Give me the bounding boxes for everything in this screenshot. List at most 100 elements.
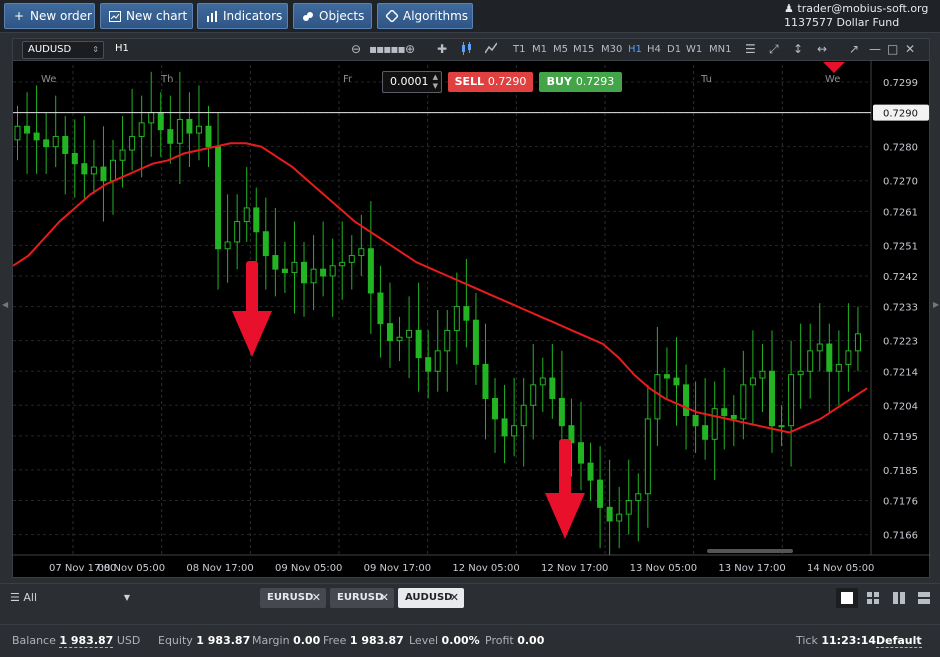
indicators-button[interactable]: Indicators bbox=[197, 3, 288, 29]
layout-single-icon[interactable] bbox=[836, 588, 858, 608]
right-panel-arrow-icon[interactable]: ▶ bbox=[933, 300, 939, 309]
candle-body bbox=[320, 268, 327, 277]
candle-body bbox=[511, 425, 518, 437]
candle-body bbox=[138, 122, 145, 137]
price-tick-label: 0.7251 bbox=[883, 241, 918, 252]
price-chart[interactable]: 0.7299 0.7290 0.7280 0.7270 0.7261 0.7251 0.72… bbox=[13, 61, 931, 579]
close-icon[interactable]: ✕ bbox=[905, 42, 915, 56]
expand-icon[interactable]: ⤢ bbox=[769, 42, 779, 57]
margin-value: 0.00 bbox=[293, 634, 321, 647]
vertical-resize-icon[interactable]: ↕ bbox=[793, 42, 803, 56]
timeframe-h1[interactable]: H1 bbox=[628, 44, 642, 55]
tab-eurusd-2[interactable]: EURUSD ✕ bbox=[330, 588, 394, 608]
objects-button[interactable]: Objects bbox=[293, 3, 372, 29]
free-label: Free bbox=[323, 634, 347, 647]
new-chart-button[interactable]: New chart bbox=[100, 3, 193, 29]
candle-body bbox=[692, 414, 699, 427]
candle-body bbox=[654, 374, 661, 420]
balance-value[interactable]: 1 983.87 bbox=[59, 634, 114, 648]
price-tick-label: 0.7185 bbox=[883, 466, 918, 477]
day-label: Th bbox=[160, 74, 173, 85]
close-tab-icon[interactable]: ✕ bbox=[450, 588, 459, 608]
candle-body bbox=[711, 408, 718, 440]
status-bar: Balance 1 983.87 USD Equity 1 983.87 Mar… bbox=[0, 624, 940, 657]
timeframe-h4[interactable]: H4 bbox=[647, 44, 661, 55]
timeframe-d1[interactable]: D1 bbox=[667, 44, 681, 55]
timeframe-w1[interactable]: W1 bbox=[686, 44, 702, 55]
time-tick-label: 08 Nov 05:00 bbox=[98, 563, 165, 574]
layout-grid-icon[interactable] bbox=[862, 588, 884, 608]
price-tick-label: 0.7166 bbox=[883, 531, 918, 542]
time-tick-label: 14 Nov 05:00 bbox=[807, 563, 874, 574]
horizontal-resize-icon[interactable]: ↔ bbox=[817, 42, 827, 56]
candle-body bbox=[635, 493, 642, 502]
buy-price: 0.7293 bbox=[575, 75, 615, 88]
margin-label: Margin bbox=[252, 634, 290, 647]
layout-rows-icon[interactable] bbox=[913, 588, 935, 608]
layout-columns-icon[interactable] bbox=[888, 588, 910, 608]
candle-body bbox=[406, 329, 413, 338]
algorithms-button[interactable]: Algorithms bbox=[377, 3, 473, 29]
buy-label: BUY bbox=[546, 75, 572, 88]
close-tab-icon[interactable]: ✕ bbox=[312, 588, 321, 608]
left-panel-arrow-icon[interactable]: ◀ bbox=[2, 300, 8, 309]
symbol-value: AUDUSD bbox=[28, 44, 72, 55]
default-link[interactable]: Default bbox=[876, 634, 922, 648]
candle-body bbox=[577, 442, 584, 464]
candle-body bbox=[167, 129, 174, 144]
chart-icon bbox=[109, 10, 121, 22]
candle-body bbox=[730, 414, 737, 420]
candle-body bbox=[329, 265, 336, 277]
symbol-select[interactable]: AUDUSD ⇕ bbox=[22, 41, 104, 59]
line-chart-icon[interactable] bbox=[484, 42, 498, 57]
objects-icon bbox=[302, 10, 314, 22]
candle-body bbox=[530, 384, 537, 406]
candle-body bbox=[224, 241, 231, 250]
align-icon[interactable]: ☰ bbox=[745, 42, 756, 56]
candle-body bbox=[262, 231, 269, 257]
price-tick-label: 0.7214 bbox=[883, 367, 918, 378]
account-info[interactable]: ♟ trader@mobius-soft.org 1137577 Dollar … bbox=[784, 2, 934, 32]
candle-body bbox=[453, 306, 460, 331]
price-tick-label: 0.7195 bbox=[883, 432, 918, 443]
timeframe-m5[interactable]: M5 bbox=[553, 44, 568, 55]
top-toolbar: + New order New chart Indicators Objects … bbox=[0, 0, 940, 33]
candle-body bbox=[348, 255, 355, 263]
candle-body bbox=[43, 139, 50, 148]
price-tick-label: 0.7299 bbox=[883, 78, 918, 89]
indicators-icon bbox=[206, 10, 218, 22]
close-tab-icon[interactable]: ✕ bbox=[380, 588, 389, 608]
candle-body bbox=[788, 374, 795, 427]
crosshair-icon[interactable]: ✚ bbox=[437, 42, 447, 56]
detach-icon[interactable]: ↗ bbox=[849, 42, 859, 56]
buy-button[interactable]: BUY 0.7293 bbox=[539, 72, 622, 92]
timeframe-mn1[interactable]: MN1 bbox=[709, 44, 731, 55]
minimize-icon[interactable]: — bbox=[869, 42, 881, 56]
zoom-slider[interactable]: ▪▪▪▪▪ bbox=[369, 42, 406, 56]
candle-body bbox=[759, 370, 766, 379]
zoom-in-icon[interactable]: ⊕ bbox=[405, 42, 415, 56]
zoom-out-icon[interactable]: ⊖ bbox=[351, 42, 361, 56]
candle-body bbox=[807, 350, 814, 372]
candle-body bbox=[492, 397, 499, 420]
candles-icon[interactable] bbox=[461, 42, 473, 58]
time-tick-label: 12 Nov 05:00 bbox=[452, 563, 519, 574]
timeframe-t1[interactable]: T1 bbox=[513, 44, 525, 55]
candle-body bbox=[358, 248, 365, 257]
candle-body bbox=[673, 377, 680, 386]
chevron-down-icon: ▼ bbox=[123, 593, 130, 602]
maximize-icon[interactable]: □ bbox=[887, 42, 898, 56]
time-tick-label: 09 Nov 17:00 bbox=[364, 563, 431, 574]
lot-value: 0.0001 bbox=[390, 75, 429, 88]
candle-body bbox=[243, 207, 250, 223]
tab-audusd[interactable]: AUDUSD ✕ bbox=[398, 588, 464, 608]
tab-eurusd[interactable]: EURUSD ✕ bbox=[260, 588, 326, 608]
timeframe-m1[interactable]: M1 bbox=[532, 44, 547, 55]
sell-button[interactable]: SELL 0.7290 bbox=[448, 72, 533, 92]
spinner-icon[interactable]: ▲ ▼ bbox=[433, 73, 438, 91]
lot-size-input[interactable]: 0.0001 ▲ ▼ bbox=[382, 71, 442, 93]
timeframe-m30[interactable]: M30 bbox=[601, 44, 622, 55]
new-order-button[interactable]: + New order bbox=[4, 3, 95, 29]
timeframe-m15[interactable]: M15 bbox=[573, 44, 594, 55]
chart-filter-select[interactable]: ☰ All ▼ bbox=[0, 584, 250, 611]
